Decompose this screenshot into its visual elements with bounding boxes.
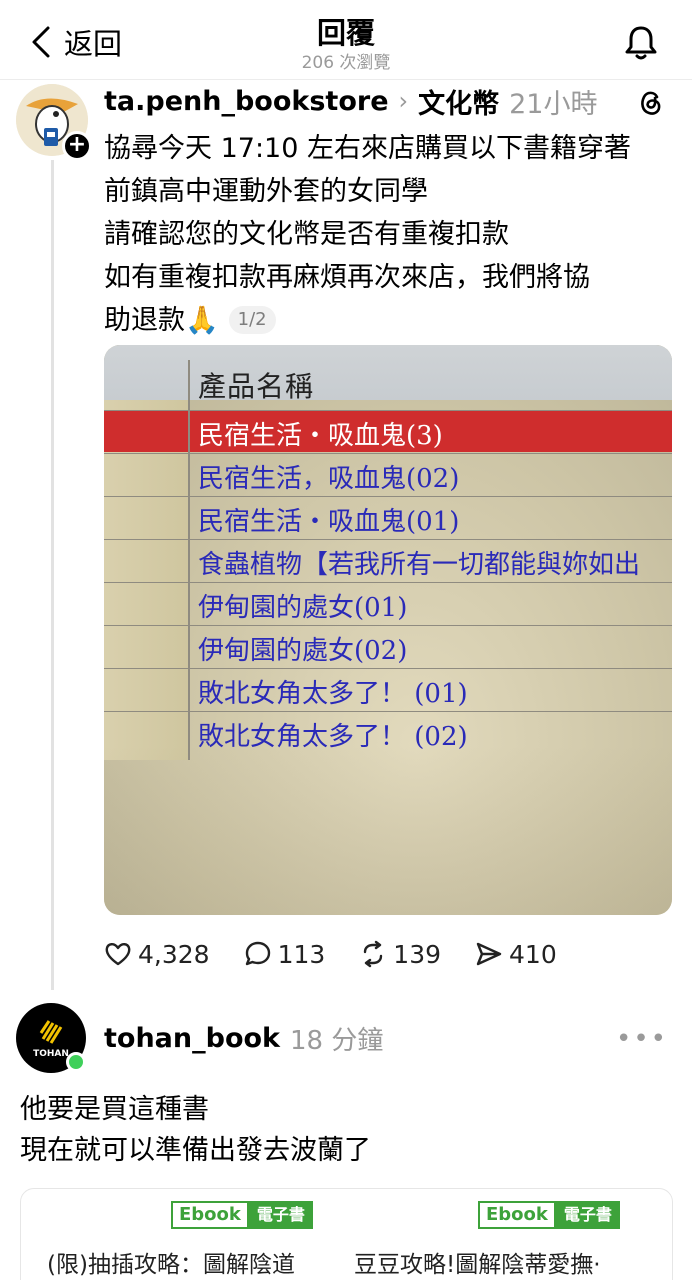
repost-icon [364, 940, 383, 968]
top-bar: 返回 回覆 206 次瀏覽 [0, 0, 692, 80]
thread-connector [51, 160, 54, 990]
reply-line: 現在就可以準備出發去波蘭了 [20, 1135, 371, 1166]
reply-header: tohan_book 18 分鐘 [104, 1020, 383, 1057]
post-username[interactable]: ta.penh_bookstore [104, 86, 389, 117]
post-line: 如有重複扣款再麻煩再次來店，我們將協 [104, 262, 590, 293]
post-actions: 4,328 113 139 410 [104, 934, 591, 974]
post-header: ta.penh_bookstore › 文化幣 21小時 [104, 82, 598, 121]
post-line: 協尋今天 17:10 左右來店購買以下書籍穿著 [104, 133, 631, 164]
more-horizontal-icon[interactable]: ••• [616, 1024, 668, 1054]
reply-text: 他要是買這種書 現在就可以準備出發去波蘭了 [20, 1089, 670, 1171]
media-pager: 1/2 [228, 306, 276, 334]
online-status-dot [66, 1052, 86, 1072]
post-line: 請確認您的文化幣是否有重複扣款 [104, 219, 509, 250]
photo-column-header: 產品名稱 [198, 370, 315, 403]
chevron-right-icon: › [398, 87, 409, 115]
reply-time: 18 分鐘 [290, 1026, 384, 1056]
post-line: 助退款🙏 [104, 305, 219, 336]
post-line: 前鎮高中運動外套的女同學 [104, 176, 428, 207]
page-title: 回覆 [316, 16, 375, 50]
heart-icon [105, 943, 131, 966]
reply-username[interactable]: tohan_book [104, 1023, 280, 1054]
repost-button[interactable]: 139 [359, 940, 441, 969]
like-button[interactable]: 4,328 [104, 940, 210, 969]
link-preview-card[interactable]: Ebook 電子書 Ebook 電子書 (限)抽插攻略：圖解陰道 豆豆攻略!圖解… [20, 1188, 673, 1280]
book-title[interactable]: (限)抽插攻略：圖解陰道 [47, 1245, 295, 1279]
share-button[interactable]: 410 [475, 940, 557, 969]
book-title[interactable]: 豆豆攻略!圖解陰蒂愛撫· [354, 1245, 601, 1279]
title-block: 回覆 206 次瀏覽 [0, 14, 692, 74]
reply-line: 他要是買這種書 [20, 1094, 209, 1125]
post-photo[interactable]: 產品名稱 民宿生活・吸血鬼(3) 民宿生活，吸血鬼(02) 民宿生活・吸血鬼(0… [104, 345, 672, 915]
follow-plus-icon[interactable]: + [62, 131, 92, 161]
comment-button[interactable]: 113 [244, 939, 326, 969]
post-time: 21小時 [509, 88, 598, 120]
repost-count: 139 [393, 939, 442, 969]
community-tag[interactable]: 文化幣 [418, 82, 499, 121]
comment-bubble-icon [245, 941, 270, 966]
share-count: 410 [509, 939, 557, 969]
threads-logo-icon[interactable] [638, 88, 664, 116]
comment-count: 113 [277, 939, 326, 969]
post-text: 協尋今天 17:10 左右來店購買以下書籍穿著 前鎮高中運動外套的女同學 請確認… [104, 127, 674, 342]
bell-icon[interactable] [624, 24, 658, 62]
view-count: 206 次瀏覽 [301, 53, 391, 73]
like-count: 4,328 [138, 939, 210, 969]
ebook-badge: Ebook 電子書 [171, 1201, 313, 1229]
send-icon [476, 942, 502, 966]
post-line-last: 助退款🙏 1/2 [104, 299, 674, 342]
ebook-badge: Ebook 電子書 [478, 1201, 620, 1229]
